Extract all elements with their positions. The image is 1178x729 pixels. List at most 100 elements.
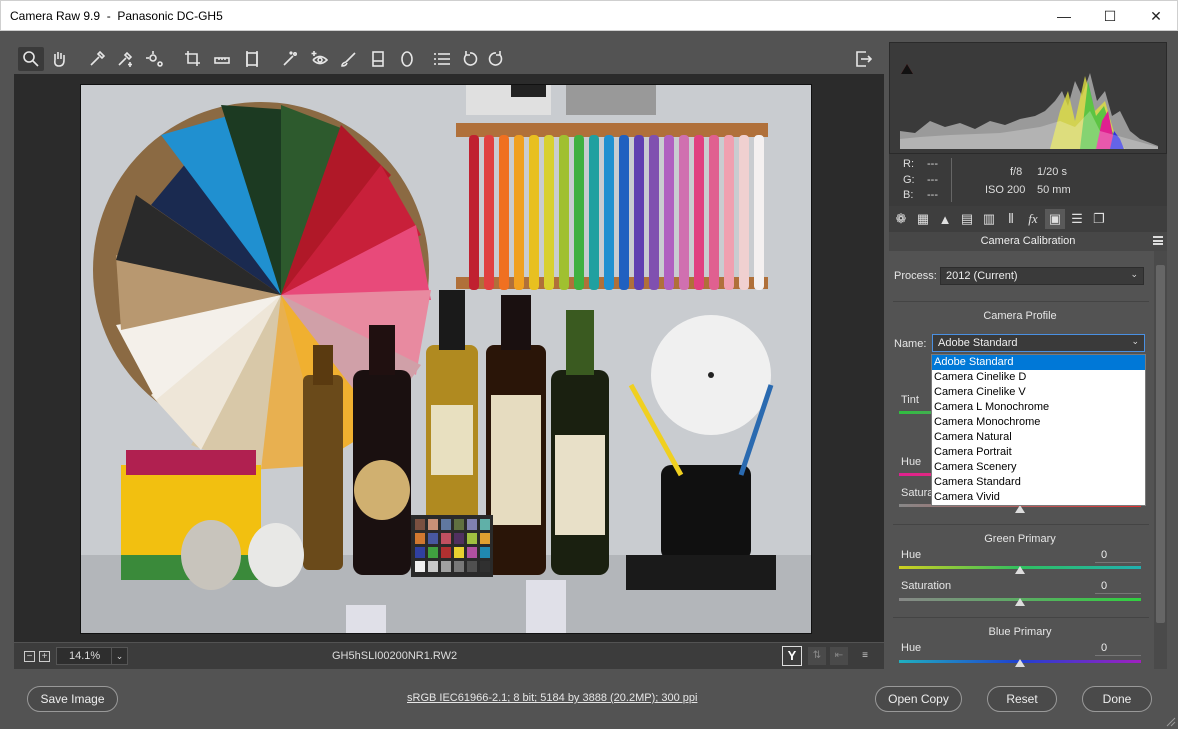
reset-button[interactable]: Reset [987,686,1057,712]
tab-basic[interactable]: ❁ [891,209,911,229]
green-saturation-slider-thumb[interactable] [1015,598,1025,606]
image-preview-area[interactable] [14,74,884,642]
resize-grip-icon[interactable] [1166,717,1176,727]
transform-icon [246,51,258,67]
graduated-filter-tool[interactable] [365,47,391,71]
hand-tool[interactable] [46,47,72,71]
spot-removal-tool[interactable] [277,47,303,71]
blue-hue-slider-thumb[interactable] [1015,659,1025,667]
tab-hsl[interactable]: ▤ [957,209,977,229]
profile-option[interactable]: Camera Cinelike V [932,385,1145,400]
snapshots-icon: ❐ [1093,211,1105,226]
zoom-in-button[interactable]: + [39,651,50,662]
chevron-down-icon: ⌄ [1131,336,1139,346]
readout-divider [951,158,952,202]
spot-healing-icon [283,51,298,66]
rotate-left-button[interactable] [457,47,483,71]
red-eye-icon [311,51,328,65]
profile-option[interactable]: Camera Standard [932,475,1145,490]
panel-scrollbar-thumb[interactable] [1156,265,1165,623]
rotate-right-button[interactable] [483,47,509,71]
profile-name-select[interactable]: Adobe Standard ⌄ [932,334,1145,352]
divider [893,524,1149,525]
histogram [889,42,1167,154]
crop-icon [185,51,200,66]
toggle-settings-button[interactable]: ≡ [856,647,874,665]
profile-option[interactable]: Camera L Monochrome [932,400,1145,415]
blue-hue-label: Hue [901,642,922,654]
tab-camera-calibration[interactable]: ▣ [1045,209,1065,229]
mountain-icon: ▲ [938,211,952,227]
color-sampler-tool[interactable] [112,47,138,71]
aperture-value: f/8 [1010,166,1023,178]
profile-name-value: Adobe Standard [938,337,1018,349]
tint-label: Tint [901,394,919,406]
swap-icon: ⇅ [812,650,822,661]
histogram-graph [900,73,1158,149]
profile-option[interactable]: Camera Natural [932,430,1145,445]
profile-option[interactable]: Camera Scenery [932,460,1145,475]
iso-value: ISO 200 [985,184,1026,196]
profile-option[interactable]: Camera Portrait [932,445,1145,460]
close-icon: ✕ [1150,7,1162,24]
panel-tabs: ❁ ▦ ▲ ▤ ▥ ⫴ fx ▣ ☰ ❐ [889,206,1167,232]
profile-option[interactable]: Adobe Standard [932,355,1145,370]
zoom-out-button[interactable]: − [24,651,35,662]
exif-readout: R: --- G: --- B: --- f/8 1/20 s ISO 200 … [889,154,1167,206]
r-value: --- [927,158,938,170]
tab-presets[interactable]: ☰ [1067,209,1087,229]
before-after-toggle[interactable]: Y [782,646,802,666]
red-saturation-slider-thumb[interactable] [1015,505,1025,513]
chevron-down-icon: ⌄ [111,648,127,664]
green-hue-slider-thumb[interactable] [1015,566,1025,574]
zoom-level-select[interactable]: 14.1% ⌄ [56,647,128,665]
tab-lens-corrections[interactable]: ⫴ [1001,209,1021,229]
done-button[interactable]: Done [1082,686,1152,712]
preview-photo[interactable] [80,84,812,634]
rotate-right-icon [488,51,503,66]
tab-effects[interactable]: fx [1023,209,1043,229]
title-bar: Camera Raw 9.9 - Panasonic DC-GH5 — ☐ ✕ [0,0,1178,31]
green-hue-value[interactable]: 0 [1095,549,1141,563]
zoom-level-value: 14.1% [69,650,101,662]
tab-tone-curve[interactable]: ▦ [913,209,933,229]
tab-split-toning[interactable]: ▥ [979,209,999,229]
crop-tool[interactable] [180,47,206,71]
green-saturation-value[interactable]: 0 [1095,580,1141,594]
minimize-icon: — [1057,8,1071,24]
shutter-value: 1/20 s [1037,166,1067,178]
tab-detail[interactable]: ▲ [935,209,955,229]
straighten-tool[interactable] [209,47,235,71]
red-eye-tool[interactable] [306,47,332,71]
profile-option[interactable]: Camera Monochrome [932,415,1145,430]
zoom-tool[interactable] [18,47,44,71]
dialog-footer: Save Image sRGB IEC61966-2.1; 8 bit; 518… [0,670,1178,729]
panel-scrollbar[interactable] [1154,251,1167,669]
save-image-button[interactable]: Save Image [27,686,118,712]
panel-menu-icon[interactable] [1153,236,1163,245]
process-select[interactable]: 2012 (Current) ⌄ [940,267,1144,285]
ellipse-icon [401,51,413,67]
copy-settings-button[interactable]: ⇤ [830,647,848,665]
adjustment-brush-tool[interactable] [336,47,362,71]
targeted-adjustment-tool[interactable] [142,47,168,71]
presets-icon: ☰ [1071,211,1083,226]
maximize-icon: ☐ [1103,7,1117,24]
workflow-options-link[interactable]: sRGB IEC61966-2.1; 8 bit; 5184 by 3888 (… [407,692,697,704]
radial-filter-tool[interactable] [394,47,420,71]
b-label: B: [903,189,914,201]
fullscreen-toggle[interactable] [850,47,876,71]
preview-status-bar: − + 14.1% ⌄ GH5hSLI00200NR1.RW2 Y ⇅ ⇤ ≡ [14,643,884,669]
swap-before-after-button[interactable]: ⇅ [808,647,826,665]
preferences-button[interactable] [429,47,455,71]
profile-option[interactable]: Camera Vivid [932,490,1145,505]
minimize-button[interactable]: — [1041,1,1087,31]
close-button[interactable]: ✕ [1133,1,1178,31]
tab-snapshots[interactable]: ❐ [1089,209,1109,229]
white-balance-tool[interactable] [84,47,110,71]
maximize-button[interactable]: ☐ [1087,1,1133,31]
blue-hue-value[interactable]: 0 [1095,642,1141,656]
open-copy-button[interactable]: Open Copy [875,686,962,712]
transform-tool[interactable] [239,47,265,71]
profile-option[interactable]: Camera Cinelike D [932,370,1145,385]
